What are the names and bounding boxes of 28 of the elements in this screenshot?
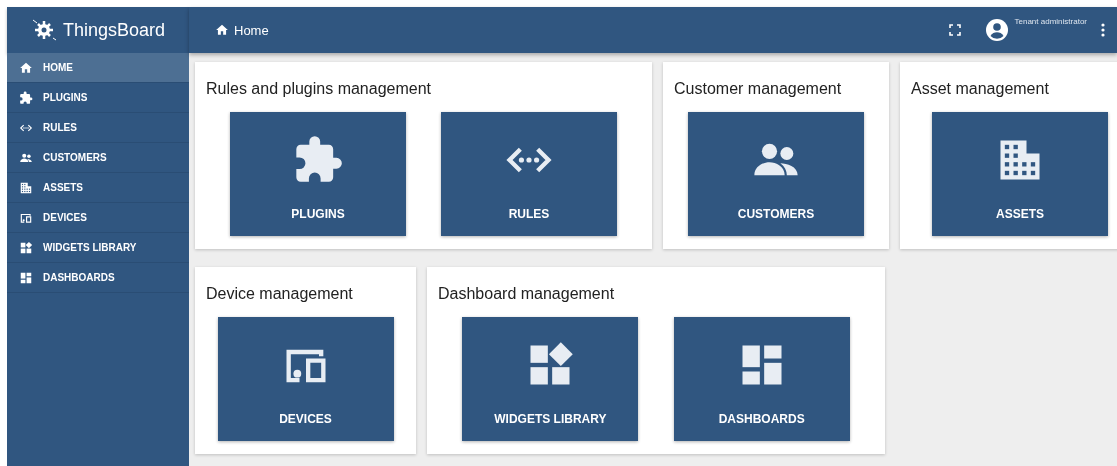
dashboard-icon [19, 270, 33, 285]
building-icon [19, 180, 33, 195]
more-menu-icon[interactable] [1101, 23, 1105, 37]
card-title: Customer management [673, 80, 843, 98]
nav-tile[interactable]: DASHBOARDS [673, 317, 850, 441]
user-role: Tenant administrator [1014, 17, 1087, 26]
nav-tile[interactable]: RULES [441, 112, 617, 236]
home-icon [19, 60, 33, 75]
card-title: Device management [205, 285, 354, 303]
nav-tile[interactable]: DEVICES [217, 317, 394, 441]
home-icon [215, 23, 229, 37]
puzzle-icon [19, 90, 33, 105]
gear-logo-icon [30, 18, 57, 42]
user-avatar-icon[interactable] [984, 18, 1009, 42]
page-title: Home [234, 22, 269, 38]
nav-tile[interactable]: CUSTOMERS [688, 112, 864, 236]
card-title: Rules and plugins management [205, 80, 433, 98]
nav-tile[interactable]: PLUGINS [230, 112, 406, 236]
widgets-icon [19, 240, 33, 255]
nav-tile[interactable]: WIDGETS LIBRARY [462, 317, 639, 441]
sidebar-item[interactable]: PLUGINS [7, 83, 189, 113]
card-title: Dashboard management [437, 285, 616, 303]
nav-tile[interactable]: ASSETS [932, 112, 1108, 236]
fullscreen-icon[interactable] [948, 24, 961, 36]
app-name: ThingsBoard [62, 19, 166, 41]
sidebar-item[interactable]: HOME [7, 53, 189, 83]
sidebar-item[interactable]: ASSETS [7, 173, 189, 203]
card-title: Asset management [910, 80, 1050, 98]
